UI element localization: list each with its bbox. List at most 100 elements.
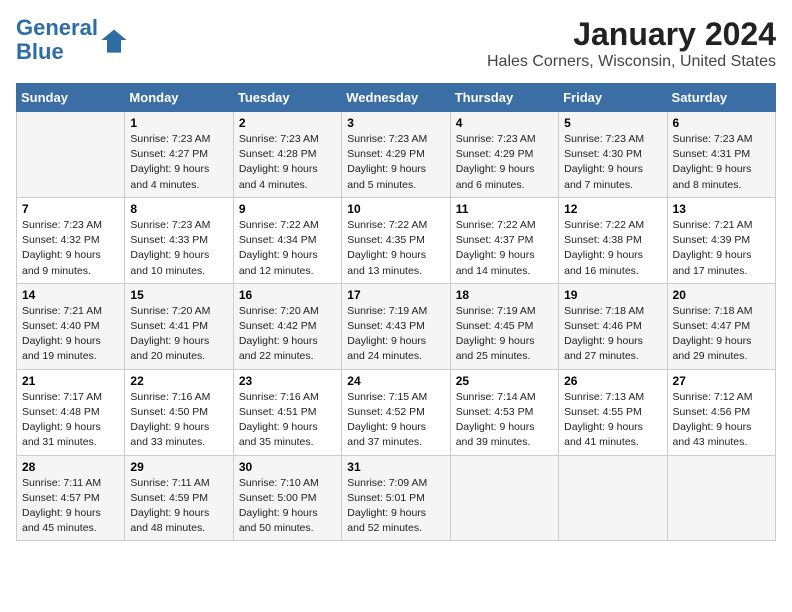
- day-info: Sunrise: 7:22 AMSunset: 4:37 PMDaylight:…: [456, 218, 553, 279]
- day-info: Sunrise: 7:13 AMSunset: 4:55 PMDaylight:…: [564, 390, 661, 451]
- week-row-1: 1 Sunrise: 7:23 AMSunset: 4:27 PMDaylight…: [17, 112, 776, 198]
- day-number: 26: [564, 374, 661, 388]
- day-info: Sunrise: 7:20 AMSunset: 4:42 PMDaylight:…: [239, 304, 336, 365]
- logo-icon: [100, 26, 128, 54]
- calendar-cell: 22 Sunrise: 7:16 AMSunset: 4:50 PMDayligh…: [125, 369, 233, 455]
- day-number: 3: [347, 116, 444, 130]
- day-info: Sunrise: 7:12 AMSunset: 4:56 PMDaylight:…: [673, 390, 770, 451]
- day-number: 5: [564, 116, 661, 130]
- day-info: Sunrise: 7:22 AMSunset: 4:35 PMDaylight:…: [347, 218, 444, 279]
- calendar-cell: [559, 455, 667, 541]
- header-cell-monday: Monday: [125, 84, 233, 112]
- calendar-cell: 10 Sunrise: 7:22 AMSunset: 4:35 PMDayligh…: [342, 197, 450, 283]
- calendar-cell: 20 Sunrise: 7:18 AMSunset: 4:47 PMDayligh…: [667, 283, 775, 369]
- day-info: Sunrise: 7:18 AMSunset: 4:47 PMDaylight:…: [673, 304, 770, 365]
- calendar-cell: 7 Sunrise: 7:23 AMSunset: 4:32 PMDaylight…: [17, 197, 125, 283]
- calendar-cell: 27Sunrise: 7:12 AMSunset: 4:56 PMDayligh…: [667, 369, 775, 455]
- day-number: 21: [22, 374, 119, 388]
- calendar-cell: 23 Sunrise: 7:16 AMSunset: 4:51 PMDayligh…: [233, 369, 341, 455]
- day-info: Sunrise: 7:23 AMSunset: 4:32 PMDaylight:…: [22, 218, 119, 279]
- day-info: Sunrise: 7:18 AMSunset: 4:46 PMDaylight:…: [564, 304, 661, 365]
- day-info: Sunrise: 7:15 AMSunset: 4:52 PMDaylight:…: [347, 390, 444, 451]
- day-number: 7: [22, 202, 119, 216]
- calendar-cell: [17, 112, 125, 198]
- logo-text: General Blue: [16, 16, 98, 64]
- page-subtitle: Hales Corners, Wisconsin, United States: [487, 53, 776, 71]
- day-number: 19: [564, 288, 661, 302]
- page-title: January 2024: [487, 16, 776, 53]
- calendar-table: SundayMondayTuesdayWednesdayThursdayFrid…: [16, 83, 776, 541]
- day-info: Sunrise: 7:16 AMSunset: 4:51 PMDaylight:…: [239, 390, 336, 451]
- calendar-cell: [450, 455, 558, 541]
- header-cell-friday: Friday: [559, 84, 667, 112]
- day-info: Sunrise: 7:20 AMSunset: 4:41 PMDaylight:…: [130, 304, 227, 365]
- day-number: 13: [673, 202, 770, 216]
- day-number: 23: [239, 374, 336, 388]
- day-number: 16: [239, 288, 336, 302]
- calendar-cell: 5Sunrise: 7:23 AMSunset: 4:30 PMDaylight…: [559, 112, 667, 198]
- week-row-3: 14Sunrise: 7:21 AMSunset: 4:40 PMDayligh…: [17, 283, 776, 369]
- day-info: Sunrise: 7:11 AMSunset: 4:59 PMDaylight:…: [130, 476, 227, 537]
- day-number: 22: [130, 374, 227, 388]
- day-info: Sunrise: 7:23 AMSunset: 4:29 PMDaylight:…: [456, 132, 553, 193]
- day-info: Sunrise: 7:21 AMSunset: 4:39 PMDaylight:…: [673, 218, 770, 279]
- calendar-cell: 8 Sunrise: 7:23 AMSunset: 4:33 PMDaylight…: [125, 197, 233, 283]
- day-info: Sunrise: 7:19 AMSunset: 4:43 PMDaylight:…: [347, 304, 444, 365]
- day-number: 4: [456, 116, 553, 130]
- day-number: 1: [130, 116, 227, 130]
- day-number: 11: [456, 202, 553, 216]
- day-info: Sunrise: 7:10 AMSunset: 5:00 PMDaylight:…: [239, 476, 336, 537]
- calendar-cell: 2Sunrise: 7:23 AMSunset: 4:28 PMDaylight…: [233, 112, 341, 198]
- calendar-cell: 3 Sunrise: 7:23 AMSunset: 4:29 PMDaylight…: [342, 112, 450, 198]
- logo: General Blue: [16, 16, 128, 64]
- header-cell-thursday: Thursday: [450, 84, 558, 112]
- calendar-cell: [667, 455, 775, 541]
- header-cell-tuesday: Tuesday: [233, 84, 341, 112]
- calendar-cell: 29 Sunrise: 7:11 AMSunset: 4:59 PMDayligh…: [125, 455, 233, 541]
- day-number: 20: [673, 288, 770, 302]
- title-area: January 2024 Hales Corners, Wisconsin, U…: [487, 16, 776, 71]
- header-cell-wednesday: Wednesday: [342, 84, 450, 112]
- day-info: Sunrise: 7:22 AMSunset: 4:38 PMDaylight:…: [564, 218, 661, 279]
- week-row-2: 7 Sunrise: 7:23 AMSunset: 4:32 PMDaylight…: [17, 197, 776, 283]
- header-cell-sunday: Sunday: [17, 84, 125, 112]
- header: General Blue January 2024 Hales Corners,…: [16, 16, 776, 71]
- day-info: Sunrise: 7:23 AMSunset: 4:31 PMDaylight:…: [673, 132, 770, 193]
- day-number: 12: [564, 202, 661, 216]
- day-info: Sunrise: 7:23 AMSunset: 4:33 PMDaylight:…: [130, 218, 227, 279]
- day-info: Sunrise: 7:23 AMSunset: 4:27 PMDaylight:…: [130, 132, 227, 193]
- header-cell-saturday: Saturday: [667, 84, 775, 112]
- calendar-cell: 15Sunrise: 7:20 AMSunset: 4:41 PMDayligh…: [125, 283, 233, 369]
- calendar-cell: 16 Sunrise: 7:20 AMSunset: 4:42 PMDayligh…: [233, 283, 341, 369]
- calendar-cell: 4 Sunrise: 7:23 AMSunset: 4:29 PMDaylight…: [450, 112, 558, 198]
- calendar-cell: 21 Sunrise: 7:17 AMSunset: 4:48 PMDayligh…: [17, 369, 125, 455]
- day-number: 28: [22, 460, 119, 474]
- day-number: 2: [239, 116, 336, 130]
- day-info: Sunrise: 7:17 AMSunset: 4:48 PMDaylight:…: [22, 390, 119, 451]
- week-row-5: 28 Sunrise: 7:11 AMSunset: 4:57 PMDayligh…: [17, 455, 776, 541]
- day-number: 8: [130, 202, 227, 216]
- calendar-cell: 1 Sunrise: 7:23 AMSunset: 4:27 PMDaylight…: [125, 112, 233, 198]
- day-number: 18: [456, 288, 553, 302]
- calendar-cell: 18Sunrise: 7:19 AMSunset: 4:45 PMDayligh…: [450, 283, 558, 369]
- calendar-cell: 19 Sunrise: 7:18 AMSunset: 4:46 PMDayligh…: [559, 283, 667, 369]
- calendar-cell: 31Sunrise: 7:09 AMSunset: 5:01 PMDayligh…: [342, 455, 450, 541]
- day-number: 29: [130, 460, 227, 474]
- day-number: 6: [673, 116, 770, 130]
- day-info: Sunrise: 7:23 AMSunset: 4:29 PMDaylight:…: [347, 132, 444, 193]
- day-info: Sunrise: 7:16 AMSunset: 4:50 PMDaylight:…: [130, 390, 227, 451]
- week-row-4: 21 Sunrise: 7:17 AMSunset: 4:48 PMDayligh…: [17, 369, 776, 455]
- calendar-cell: 14Sunrise: 7:21 AMSunset: 4:40 PMDayligh…: [17, 283, 125, 369]
- calendar-cell: 30 Sunrise: 7:10 AMSunset: 5:00 PMDayligh…: [233, 455, 341, 541]
- day-info: Sunrise: 7:09 AMSunset: 5:01 PMDaylight:…: [347, 476, 444, 537]
- calendar-cell: 24Sunrise: 7:15 AMSunset: 4:52 PMDayligh…: [342, 369, 450, 455]
- day-number: 25: [456, 374, 553, 388]
- day-number: 10: [347, 202, 444, 216]
- day-number: 14: [22, 288, 119, 302]
- day-info: Sunrise: 7:11 AMSunset: 4:57 PMDaylight:…: [22, 476, 119, 537]
- calendar-cell: 6 Sunrise: 7:23 AMSunset: 4:31 PMDaylight…: [667, 112, 775, 198]
- calendar-cell: 13 Sunrise: 7:21 AMSunset: 4:39 PMDayligh…: [667, 197, 775, 283]
- day-number: 30: [239, 460, 336, 474]
- header-row: SundayMondayTuesdayWednesdayThursdayFrid…: [17, 84, 776, 112]
- calendar-cell: 11 Sunrise: 7:22 AMSunset: 4:37 PMDayligh…: [450, 197, 558, 283]
